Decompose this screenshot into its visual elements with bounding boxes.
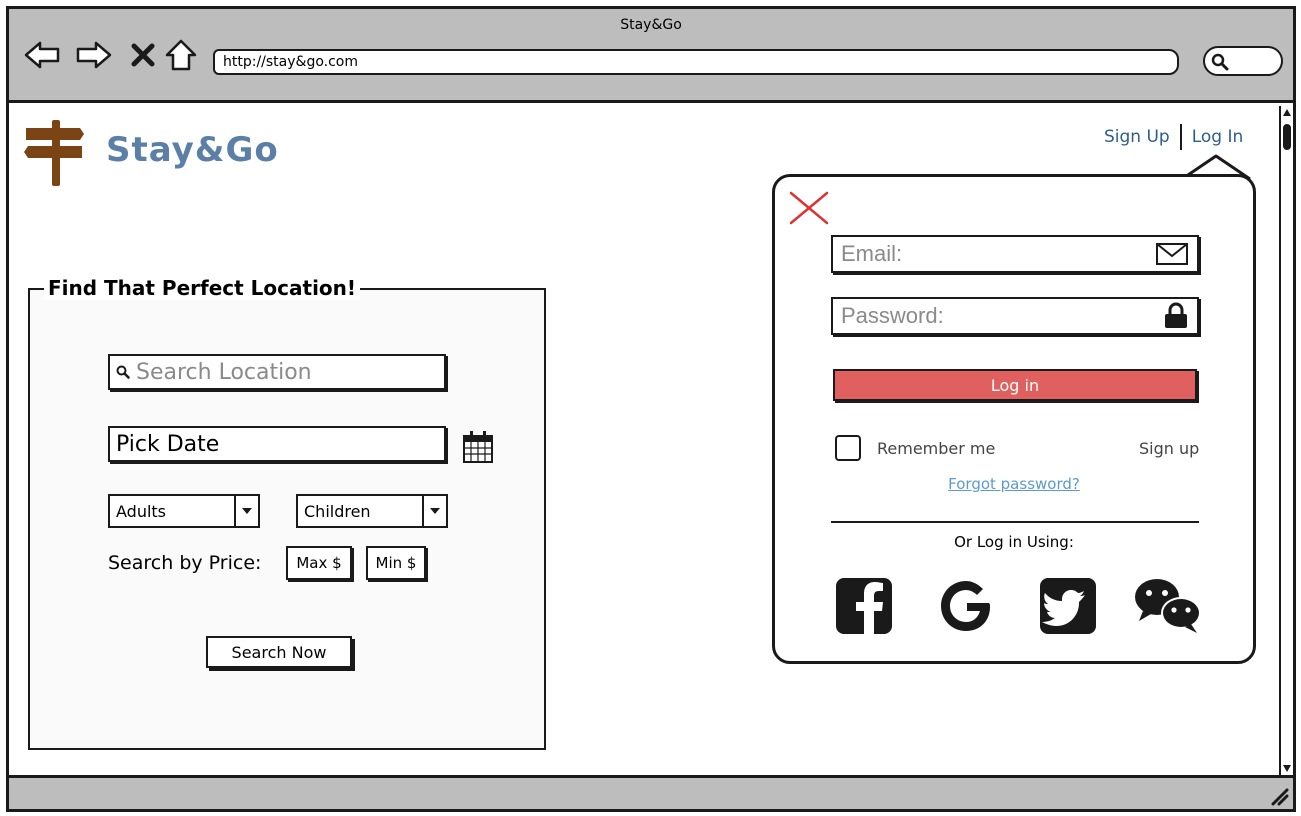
remember-me[interactable]: Remember me [835,435,995,461]
search-now-button[interactable]: Search Now [206,636,352,668]
twitter-icon[interactable] [1039,577,1101,639]
search-panel-title: Find That Perfect Location! [44,276,361,300]
facebook-icon[interactable] [835,577,897,639]
logo-signpost-icon [18,118,90,194]
pick-date-input[interactable]: Pick Date [108,426,446,462]
adults-label: Adults [116,501,167,521]
chevron-down-icon[interactable] [422,496,446,526]
email-placeholder: Email: [841,241,903,266]
back-arrow-icon[interactable] [23,35,63,75]
vertical-scrollbar[interactable] [1279,106,1293,775]
lock-icon [1165,302,1187,328]
divider [831,521,1199,523]
max-price-input[interactable]: Max $ [286,546,352,580]
chevron-down-icon[interactable] [234,496,258,526]
calendar-icon[interactable] [462,430,494,468]
google-icon[interactable] [937,577,999,639]
search-icon [1211,53,1229,71]
wechat-icon[interactable] [1133,577,1201,639]
login-popover: Email: Password: Log in Remember me Sign… [772,174,1256,664]
forward-arrow-icon[interactable] [73,35,113,75]
children-dropdown[interactable]: Children [296,494,448,528]
price-label: Search by Price: [108,552,262,574]
login-button[interactable]: Log in [833,369,1197,401]
search-panel: Find That Perfect Location! Search Locat… [28,276,546,750]
or-login-using-label: Or Log in Using: [954,533,1074,551]
password-field[interactable]: Password: [831,297,1199,335]
forgot-password-link[interactable]: Forgot password? [775,475,1253,493]
browser-titlebar: Stay&Go http://stay&go.com [9,9,1293,103]
scroll-down-icon[interactable] [1282,763,1292,773]
email-field[interactable]: Email: [831,235,1199,273]
home-icon[interactable] [161,35,201,75]
auth-links: Sign Up Log In [1104,124,1243,150]
search-location-placeholder: Search Location [136,359,312,385]
scroll-up-icon[interactable] [1282,108,1292,118]
stop-icon[interactable] [123,35,163,75]
children-label: Children [304,501,371,521]
url-bar[interactable]: http://stay&go.com [213,49,1179,75]
envelope-icon [1156,243,1188,265]
log-in-link[interactable]: Log In [1192,127,1244,147]
sign-up-link-small[interactable]: Sign up [1139,439,1199,458]
browser-search-box[interactable] [1203,46,1283,76]
status-bar [9,775,1293,809]
min-price-input[interactable]: Min $ [366,546,426,580]
scrollbar-thumb[interactable] [1283,124,1291,150]
close-icon[interactable] [789,191,829,225]
pick-date-value: Pick Date [116,431,220,457]
sign-up-link[interactable]: Sign Up [1104,127,1170,147]
resize-grip-icon[interactable] [1267,784,1289,806]
brand-name[interactable]: Stay&Go [106,130,279,170]
password-placeholder: Password: [841,303,944,328]
window-title: Stay&Go [620,17,682,33]
search-icon [116,365,130,379]
search-location-input[interactable]: Search Location [108,354,446,390]
auth-divider [1179,124,1182,150]
remember-me-label: Remember me [877,438,996,458]
remember-me-checkbox[interactable] [835,435,861,461]
adults-dropdown[interactable]: Adults [108,494,260,528]
